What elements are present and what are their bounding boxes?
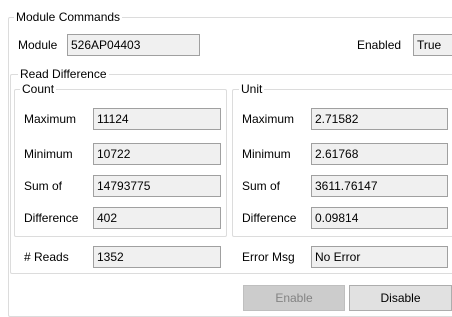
count-sum-label: Sum of	[24, 179, 63, 193]
unit-difference-label: Difference	[242, 211, 297, 225]
count-difference-label: Difference	[24, 211, 79, 225]
count-title: Count	[20, 82, 57, 96]
count-minimum-label: Minimum	[24, 147, 73, 161]
unit-sum-field[interactable]: 3611.76147	[311, 175, 448, 197]
enabled-label: Enabled	[357, 38, 402, 52]
unit-minimum-label: Minimum	[242, 147, 291, 161]
enabled-field[interactable]: True	[413, 34, 452, 56]
error-msg-label: Error Msg	[242, 250, 295, 264]
count-maximum-field[interactable]: 11124	[93, 108, 221, 130]
count-maximum-label: Maximum	[24, 112, 77, 126]
count-difference-field[interactable]: 402	[93, 207, 221, 229]
unit-title: Unit	[239, 82, 265, 96]
disable-button[interactable]: Disable	[349, 285, 452, 311]
reads-label: # Reads	[24, 250, 69, 264]
reads-field[interactable]: 1352	[93, 246, 221, 268]
module-commands-title: Module Commands	[14, 10, 123, 24]
unit-minimum-field[interactable]: 2.61768	[311, 143, 448, 165]
unit-maximum-field[interactable]: 2.71582	[311, 108, 448, 130]
read-difference-title: Read Difference	[18, 67, 109, 81]
unit-maximum-label: Maximum	[242, 112, 295, 126]
unit-difference-field[interactable]: 0.09814	[311, 207, 448, 229]
error-msg-field[interactable]: No Error	[311, 246, 448, 268]
enable-button[interactable]: Enable	[243, 285, 345, 311]
count-sum-field[interactable]: 14793775	[93, 175, 221, 197]
unit-sum-label: Sum of	[242, 179, 281, 193]
module-label: Module	[18, 38, 58, 52]
count-minimum-field[interactable]: 10722	[93, 143, 221, 165]
module-field[interactable]: 526AP04403	[67, 34, 200, 56]
